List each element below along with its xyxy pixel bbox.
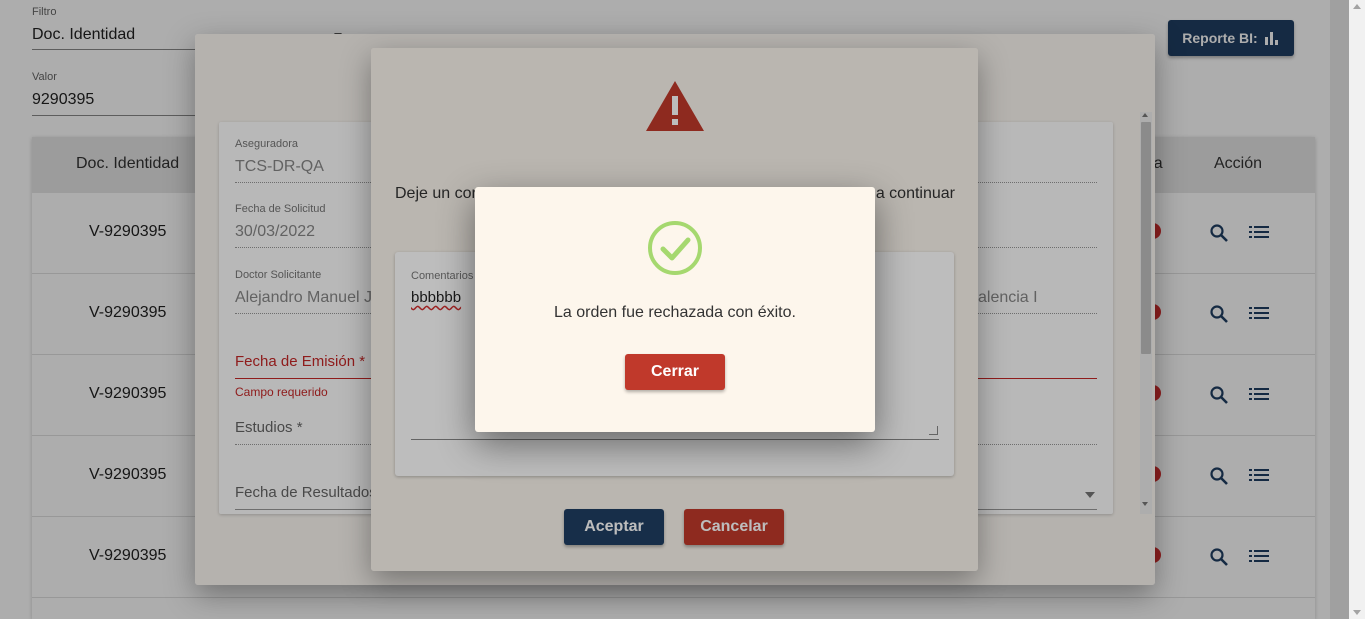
page-scrollbar[interactable] [1349, 0, 1365, 619]
scroll-down-icon[interactable] [1353, 610, 1361, 615]
scroll-up-icon[interactable] [1353, 4, 1361, 9]
check-circle-icon [648, 221, 702, 275]
close-button[interactable]: Cerrar [625, 354, 725, 390]
success-dialog: La orden fue rechazada con éxito. Cerrar [475, 187, 875, 432]
success-message: La orden fue rechazada con éxito. [554, 304, 796, 321]
